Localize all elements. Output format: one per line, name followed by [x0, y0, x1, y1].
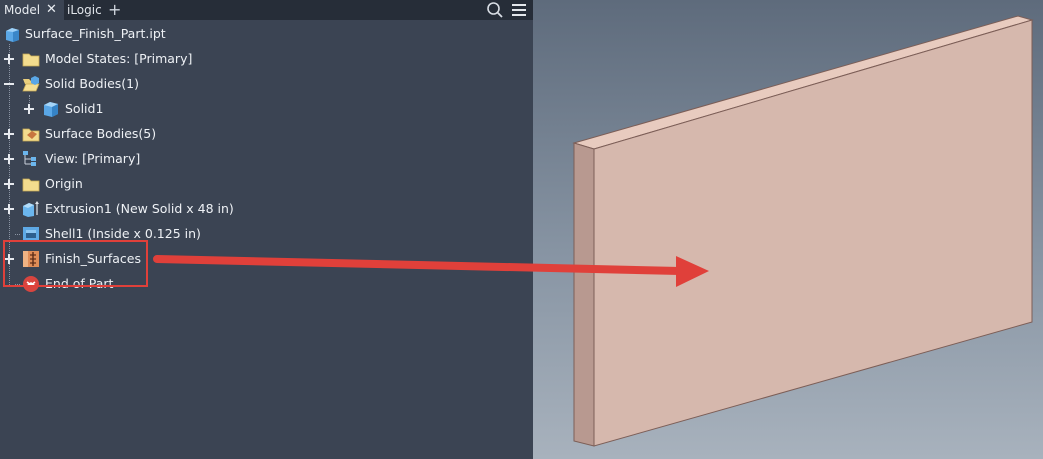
- part-side-face: [573, 142, 595, 447]
- model-browser-panel: Model ✕ iLogic + Surface_Finish_Part.ipt: [0, 0, 533, 459]
- tree-item-extrusion1[interactable]: Extrusion1 (New Solid x 48 in): [0, 198, 533, 220]
- tree-item-solid1[interactable]: Solid1: [0, 98, 533, 120]
- expand-icon[interactable]: [4, 129, 14, 139]
- expand-icon[interactable]: [4, 154, 14, 164]
- tree-item-label: View: [Primary]: [45, 151, 141, 166]
- tree-item-label: Model States: [Primary]: [45, 51, 193, 66]
- add-tab-icon[interactable]: +: [108, 0, 121, 20]
- folder-icon: [22, 178, 40, 192]
- tab-ilogic[interactable]: iLogic: [67, 0, 102, 20]
- tree-item-origin[interactable]: Origin: [0, 173, 533, 195]
- expand-icon[interactable]: [24, 104, 34, 114]
- tree-root[interactable]: Surface_Finish_Part.ipt: [0, 23, 533, 45]
- hamburger-menu-icon[interactable]: [511, 2, 527, 18]
- close-icon[interactable]: ✕: [46, 0, 57, 20]
- browser-tab-bar: Model ✕ iLogic +: [0, 0, 533, 20]
- search-icon[interactable]: [486, 1, 504, 19]
- part-model-3d[interactable]: [533, 0, 1043, 459]
- tree-item-label: Solid1: [65, 101, 104, 116]
- tree-item-label: Origin: [45, 176, 83, 191]
- graphics-viewport[interactable]: [533, 0, 1043, 459]
- expand-icon[interactable]: [4, 54, 14, 64]
- tree-item-surface-bodies[interactable]: Surface Bodies(5): [0, 123, 533, 145]
- tree-item-label: Solid Bodies(1): [45, 76, 139, 91]
- tree-item-label: Surface Bodies(5): [45, 126, 157, 141]
- folder-open-icon: [22, 76, 40, 92]
- tab-model-label: Model: [4, 3, 41, 17]
- tree-root-label: Surface_Finish_Part.ipt: [25, 26, 166, 41]
- solid-body-icon: [44, 102, 58, 117]
- expand-icon[interactable]: [4, 204, 14, 214]
- tab-model[interactable]: Model ✕: [0, 0, 64, 20]
- part-file-icon: [6, 28, 19, 42]
- tree-item-solid-bodies[interactable]: Solid Bodies(1): [0, 73, 533, 95]
- expand-icon[interactable]: [4, 179, 14, 189]
- surface-bodies-folder-icon: [22, 128, 40, 142]
- tree-item-model-states[interactable]: Model States: [Primary]: [0, 48, 533, 70]
- callout-highlight-box: [3, 240, 148, 287]
- folder-icon: [22, 53, 40, 67]
- tree-item-label: Extrusion1 (New Solid x 48 in): [45, 201, 234, 216]
- collapse-icon[interactable]: [4, 79, 14, 89]
- view-rep-icon: [23, 151, 36, 166]
- tree-item-view[interactable]: View: [Primary]: [0, 148, 533, 170]
- extrusion-icon: [23, 201, 39, 217]
